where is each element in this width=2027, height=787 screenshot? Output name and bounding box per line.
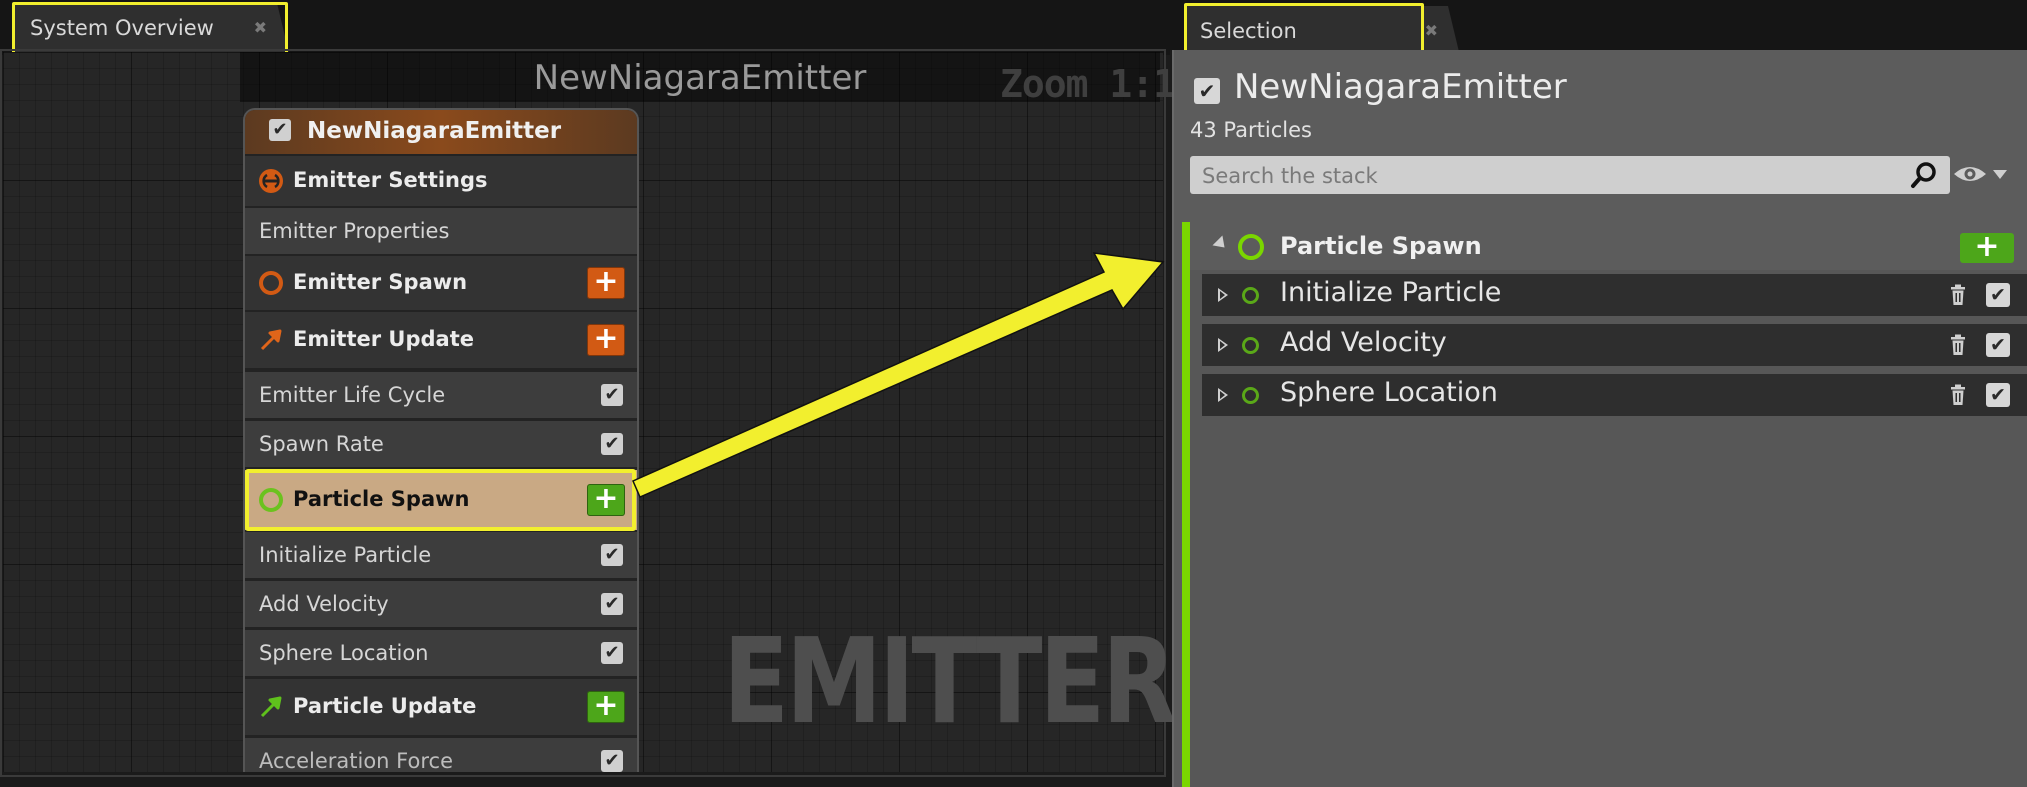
trash-icon[interactable] xyxy=(1950,384,1966,406)
row-particle-spawn[interactable]: Particle Spawn + xyxy=(245,470,637,530)
stack-group-particle-spawn[interactable]: Particle Spawn xyxy=(1190,222,2027,270)
row-label: Particle Spawn xyxy=(293,487,470,511)
search-input[interactable] xyxy=(1200,160,1884,192)
row-label: Spawn Rate xyxy=(259,432,384,456)
stack-module-label: Add Velocity xyxy=(1280,327,1447,358)
tab-system-overview-label: System Overview xyxy=(30,16,214,40)
module-enabled-checkbox[interactable]: ✔ xyxy=(601,433,623,455)
row-label: Add Velocity xyxy=(259,592,389,616)
row-label: Initialize Particle xyxy=(259,543,432,567)
module-enabled-checkbox[interactable]: ✔ xyxy=(601,544,623,566)
row-label: Emitter Properties xyxy=(259,219,450,243)
row-initialize-particle[interactable]: Initialize Particle ✔ xyxy=(245,532,637,578)
emitter-update-arrow-icon xyxy=(259,328,283,352)
module-enabled-checkbox[interactable]: ✔ xyxy=(601,750,623,772)
particle-spawn-ring-icon xyxy=(1238,234,1264,260)
row-acceleration-force[interactable]: Acceleration Force ✔ xyxy=(245,738,637,772)
row-emitter-life-cycle[interactable]: Emitter Life Cycle ✔ xyxy=(245,372,637,418)
expand-arrow-icon[interactable] xyxy=(1218,338,1228,352)
module-enabled-checkbox[interactable]: ✔ xyxy=(1986,283,2010,307)
add-particle-update-module-button[interactable]: + xyxy=(587,691,625,723)
row-label: Emitter Update xyxy=(293,327,474,351)
row-label: Sphere Location xyxy=(259,641,429,665)
particle-count: 43 Particles xyxy=(1190,118,1312,142)
row-particle-update[interactable]: Particle Update + xyxy=(245,679,637,735)
module-enabled-checkbox[interactable]: ✔ xyxy=(601,593,623,615)
row-add-velocity[interactable]: Add Velocity ✔ xyxy=(245,581,637,627)
add-particle-spawn-module-button[interactable]: + xyxy=(587,484,625,516)
emitter-node[interactable]: ✔ NewNiagaraEmitter Emitter Settings Emi… xyxy=(243,108,639,772)
particle-update-arrow-icon xyxy=(259,695,283,719)
tab-system-overview[interactable]: System Overview ✖ xyxy=(14,3,289,53)
row-label: Emitter Settings xyxy=(293,168,488,192)
row-emitter-spawn[interactable]: Emitter Spawn + xyxy=(245,256,637,310)
zoom-level: Zoom 1:1 xyxy=(1000,62,1176,106)
chevron-down-icon[interactable] xyxy=(1993,170,2007,179)
stack-module-label: Initialize Particle xyxy=(1280,277,1502,308)
emitter-spawn-icon xyxy=(259,271,283,295)
row-label: Acceleration Force xyxy=(259,749,453,772)
add-module-button[interactable]: + xyxy=(1960,232,2014,263)
search-bar[interactable] xyxy=(1190,156,1950,194)
module-enabled-checkbox[interactable]: ✔ xyxy=(601,384,623,406)
stack-group-label: Particle Spawn xyxy=(1280,232,1482,260)
stack-module-initialize-particle[interactable]: Initialize Particle ✔ xyxy=(1202,274,2027,316)
stack-module-sphere-location[interactable]: Sphere Location ✔ xyxy=(1202,374,2027,416)
selection-emitter-checkbox[interactable]: ✔ xyxy=(1194,78,1220,104)
search-icon[interactable] xyxy=(1910,161,1938,189)
emitter-node-title: NewNiagaraEmitter xyxy=(307,118,562,144)
emitter-enabled-checkbox[interactable]: ✔ xyxy=(269,119,291,141)
add-emitter-update-module-button[interactable]: + xyxy=(587,324,625,356)
tab-selection[interactable]: Selection ✖ xyxy=(1184,6,1460,56)
row-label: Emitter Life Cycle xyxy=(259,383,446,407)
tab-selection-label: Selection xyxy=(1200,19,1297,43)
close-icon[interactable]: ✖ xyxy=(254,3,267,53)
expand-triangle-icon[interactable] xyxy=(1212,235,1230,253)
stack-group-bar xyxy=(1182,222,1190,787)
trash-icon[interactable] xyxy=(1950,334,1966,356)
module-ring-icon xyxy=(1242,287,1259,304)
particle-spawn-ring-icon xyxy=(259,488,283,512)
stack-module-label: Sphere Location xyxy=(1280,377,1498,408)
row-emitter-settings[interactable]: Emitter Settings xyxy=(245,156,637,206)
add-emitter-spawn-module-button[interactable]: + xyxy=(587,267,625,299)
expand-arrow-icon[interactable] xyxy=(1218,288,1228,302)
row-label: Particle Update xyxy=(293,694,477,718)
row-emitter-properties[interactable]: Emitter Properties xyxy=(245,208,637,254)
stack-module-add-velocity[interactable]: Add Velocity ✔ xyxy=(1202,324,2027,366)
selection-title: NewNiagaraEmitter xyxy=(1234,67,1567,107)
module-ring-icon xyxy=(1242,337,1259,354)
row-sphere-location[interactable]: Sphere Location ✔ xyxy=(245,630,637,676)
module-ring-icon xyxy=(1242,387,1259,404)
emitter-node-header[interactable]: ✔ NewNiagaraEmitter xyxy=(245,110,637,154)
module-enabled-checkbox[interactable]: ✔ xyxy=(1986,333,2010,357)
close-icon[interactable]: ✖ xyxy=(1425,6,1438,56)
row-spawn-rate[interactable]: Spawn Rate ✔ xyxy=(245,421,637,467)
row-label: Emitter Spawn xyxy=(293,270,468,294)
eye-icon[interactable] xyxy=(1952,162,1988,186)
emitter-settings-icon xyxy=(259,169,283,193)
emitter-watermark: EMITTER xyxy=(723,612,1177,750)
module-enabled-checkbox[interactable]: ✔ xyxy=(1986,383,2010,407)
expand-arrow-icon[interactable] xyxy=(1218,388,1228,402)
trash-icon[interactable] xyxy=(1950,284,1966,306)
row-emitter-update[interactable]: Emitter Update + xyxy=(245,312,637,368)
module-enabled-checkbox[interactable]: ✔ xyxy=(601,642,623,664)
